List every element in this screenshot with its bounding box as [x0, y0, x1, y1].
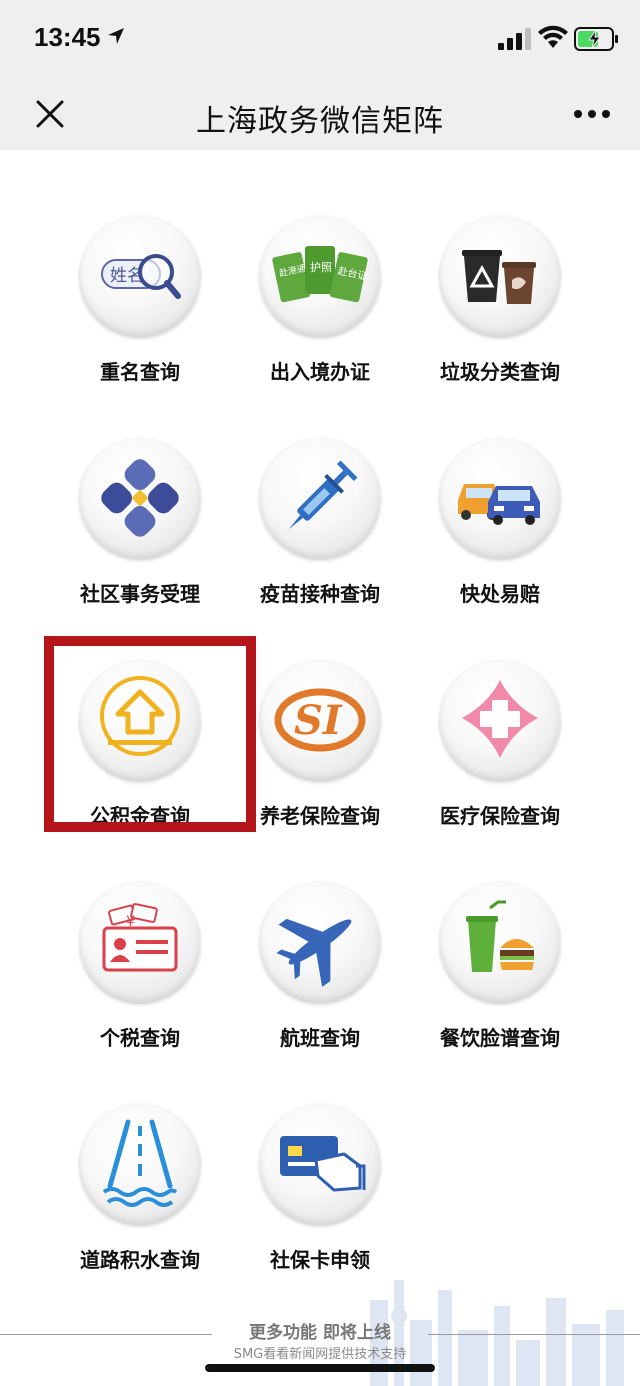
- airplane-icon: [260, 882, 380, 1002]
- nav-bar: 上海政务微信矩阵: [0, 80, 640, 150]
- service-label: 医疗保险查询: [440, 804, 560, 828]
- service-tile-name-search[interactable]: 姓名 重名查询: [50, 216, 230, 416]
- service-label: 社区事务受理: [80, 582, 200, 606]
- service-tile-trash[interactable]: 垃圾分类查询: [410, 216, 590, 416]
- cellular-signal-icon: [498, 28, 531, 50]
- highlight-frame: [44, 636, 256, 832]
- road-water-icon: [80, 1104, 200, 1224]
- community-diamond-icon: [80, 438, 200, 558]
- pension-si-icon: SI: [260, 660, 380, 780]
- service-tile-community[interactable]: 社区事务受理: [50, 438, 230, 638]
- service-label: 出入境办证: [270, 360, 370, 384]
- location-arrow-icon: [108, 28, 124, 44]
- food-drink-icon: [440, 882, 560, 1002]
- passport-cards-icon: 赴港通行证 护照 赴台证: [260, 216, 380, 336]
- service-tile-accident[interactable]: 快处易赔: [410, 438, 590, 638]
- service-tile-flight[interactable]: 航班查询: [230, 882, 410, 1082]
- service-label: 快处易赔: [460, 582, 540, 606]
- service-label: 养老保险查询: [260, 804, 380, 828]
- card-text-passport: 护照: [310, 260, 332, 274]
- service-label: 航班查询: [280, 1026, 360, 1050]
- service-tile-exit-entry[interactable]: 赴港通行证 护照 赴台证 出入境办证: [230, 216, 410, 416]
- footer-coming-soon: 更多功能 即将上线: [249, 1323, 391, 1343]
- syringe-icon: [260, 438, 380, 558]
- home-indicator[interactable]: [205, 1364, 435, 1372]
- page-title: 上海政务微信矩阵: [196, 104, 444, 139]
- more-options-icon[interactable]: [570, 96, 614, 132]
- service-tile-income-tax[interactable]: ¥ 个税查询: [50, 882, 230, 1082]
- service-label: 疫苗接种查询: [260, 582, 380, 606]
- footer-credit: SMG看看新闻网提供技术支持: [233, 1347, 407, 1362]
- name-search-icon: 姓名: [80, 216, 200, 336]
- service-tile-pension[interactable]: SI 养老保险查询: [230, 660, 410, 860]
- status-bar: 13:45: [0, 0, 640, 80]
- trash-bins-icon: [440, 216, 560, 336]
- battery-charging-icon: [574, 27, 618, 51]
- service-tile-food[interactable]: 餐饮脸谱查询: [410, 882, 590, 1082]
- service-label: 餐饮脸谱查询: [440, 1026, 560, 1050]
- si-text: SI: [294, 697, 343, 744]
- service-tile-road-water[interactable]: 道路积水查询: [50, 1104, 230, 1304]
- service-label: 垃圾分类查询: [440, 360, 560, 384]
- social-card-icon: [260, 1104, 380, 1224]
- service-label: 重名查询: [100, 360, 180, 384]
- service-label: 道路积水查询: [80, 1248, 200, 1272]
- income-tax-icon: ¥: [80, 882, 200, 1002]
- status-time: 13:45: [34, 22, 101, 52]
- wifi-icon: [538, 25, 568, 48]
- service-tile-medical[interactable]: 医疗保险查询: [410, 660, 590, 860]
- service-grid: 姓名 重名查询 赴港通行证 护照 赴台证 出入境办证 垃圾分类查询 社区事务受理…: [0, 150, 640, 1386]
- service-label: 个税查询: [100, 1026, 180, 1050]
- medical-cross-icon: [440, 660, 560, 780]
- service-tile-vaccine[interactable]: 疫苗接种查询: [230, 438, 410, 638]
- cars-icon: [440, 438, 560, 558]
